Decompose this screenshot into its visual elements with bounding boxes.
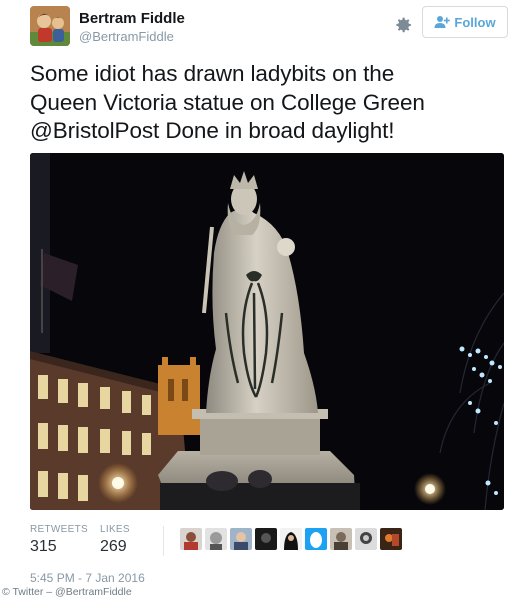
likers-avatars (180, 528, 402, 550)
tweet-line-3-rest: Done in broad daylight! (159, 118, 395, 143)
liker-avatar-1[interactable] (180, 528, 202, 550)
retweets-count: 315 (30, 538, 57, 555)
liker-avatar-6[interactable] (305, 528, 327, 550)
image-credit: © Twitter – @BertramFiddle (0, 585, 160, 600)
statue-photo-illustration (30, 153, 504, 510)
liker-avatar-4[interactable] (255, 528, 277, 550)
likes-label: LIKES (100, 524, 130, 535)
follow-button[interactable]: Follow (422, 6, 508, 38)
tweet-line-2: Queen Victoria statue on College Green (30, 89, 425, 115)
user-name[interactable]: Bertram Fiddle (79, 10, 185, 27)
likes-count: 269 (100, 538, 127, 555)
follow-button-label: Follow (454, 14, 496, 30)
liker-avatar-8[interactable] (355, 528, 377, 550)
add-user-icon (434, 16, 451, 28)
tweet-line-3: @BristolPost Done in broad daylight! (30, 117, 508, 146)
liker-avatar-7[interactable] (330, 528, 352, 550)
tweet-text: Some idiot has drawn ladybits on the Que… (30, 60, 508, 146)
gear-icon[interactable] (392, 14, 414, 36)
tweet-timestamp[interactable]: 5:45 PM - 7 Jan 2016 (30, 571, 145, 585)
liker-avatar-5[interactable] (280, 528, 302, 550)
tweet-photo[interactable] (30, 153, 504, 510)
mention-link[interactable]: @BristolPost (30, 118, 159, 143)
stats-divider (163, 526, 164, 556)
retweets-stat[interactable]: RETWEETS 315 (30, 524, 88, 556)
tweet-line-1: Some idiot has drawn ladybits on the (30, 61, 395, 86)
user-handle[interactable]: @BertramFiddle (79, 29, 174, 44)
avatar-illustration (30, 6, 70, 46)
liker-avatar-9[interactable] (380, 528, 402, 550)
retweets-label: RETWEETS (30, 524, 88, 535)
avatar[interactable] (30, 6, 70, 46)
liker-avatar-2[interactable] (205, 528, 227, 550)
liker-avatar-3[interactable] (230, 528, 252, 550)
tweet-header: Bertram Fiddle @BertramFiddle Follow (30, 6, 510, 50)
likes-stat[interactable]: LIKES 269 (100, 524, 130, 556)
